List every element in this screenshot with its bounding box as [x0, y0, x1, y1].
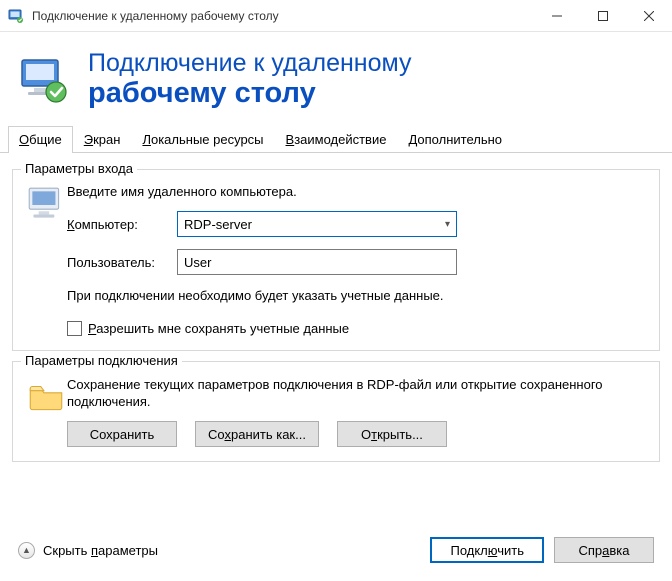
- save-as-button[interactable]: Сохранить как...: [195, 421, 319, 447]
- open-button[interactable]: Открыть...: [337, 421, 447, 447]
- login-settings-legend: Параметры входа: [21, 161, 137, 176]
- computer-icon: [25, 184, 67, 336]
- close-button[interactable]: [626, 0, 672, 32]
- tab-general[interactable]: Общие: [8, 126, 73, 153]
- minimize-button[interactable]: [534, 0, 580, 32]
- computer-label: Компьютер:: [67, 217, 177, 232]
- window-title: Подключение к удаленному рабочему столу: [32, 9, 534, 23]
- connection-settings-legend: Параметры подключения: [21, 353, 182, 368]
- tab-advanced[interactable]: Дополнительно: [397, 126, 513, 153]
- login-settings-group: Параметры входа Введите имя удаленного к…: [12, 169, 660, 351]
- login-intro-text: Введите имя удаленного компьютера.: [67, 184, 647, 199]
- rdp-hero-icon: [18, 54, 70, 106]
- connect-button[interactable]: Подключить: [430, 537, 544, 563]
- titlebar: Подключение к удаленному рабочему столу: [0, 0, 672, 32]
- help-button[interactable]: Справка: [554, 537, 654, 563]
- save-credentials-label: Разрешить мне сохранять учетные данные: [88, 321, 349, 336]
- connection-desc: Сохранение текущих параметров подключени…: [67, 376, 647, 411]
- chevron-down-icon: ▾: [445, 219, 450, 230]
- collapse-link[interactable]: Скрыть параметры: [43, 543, 158, 558]
- chevron-up-icon[interactable]: ▲: [18, 542, 35, 559]
- computer-combobox[interactable]: RDP-server ▾: [177, 211, 457, 237]
- save-credentials-checkbox[interactable]: [67, 321, 82, 336]
- tab-experience[interactable]: Взаимодействие: [275, 126, 398, 153]
- tab-display[interactable]: Экран: [73, 126, 132, 153]
- computer-value: RDP-server: [184, 217, 252, 232]
- user-input[interactable]: [177, 249, 457, 275]
- maximize-button[interactable]: [580, 0, 626, 32]
- header-banner: Подключение к удаленному рабочему столу: [0, 32, 672, 125]
- app-icon: [8, 8, 24, 24]
- folder-icon: [25, 376, 67, 447]
- banner-title-line1: Подключение к удаленному: [88, 50, 412, 78]
- footer-bar: ▲ Скрыть параметры Подключить Справка: [0, 523, 672, 581]
- tab-strip: Общие Экран Локальные ресурсы Взаимодейс…: [0, 125, 672, 153]
- credentials-note: При подключении необходимо будет указать…: [67, 287, 647, 305]
- save-button[interactable]: Сохранить: [67, 421, 177, 447]
- connection-settings-group: Параметры подключения Сохранение текущих…: [12, 361, 660, 462]
- user-label: Пользователь:: [67, 255, 177, 270]
- banner-title-line2: рабочему столу: [88, 78, 412, 110]
- tab-local-resources[interactable]: Локальные ресурсы: [131, 126, 274, 153]
